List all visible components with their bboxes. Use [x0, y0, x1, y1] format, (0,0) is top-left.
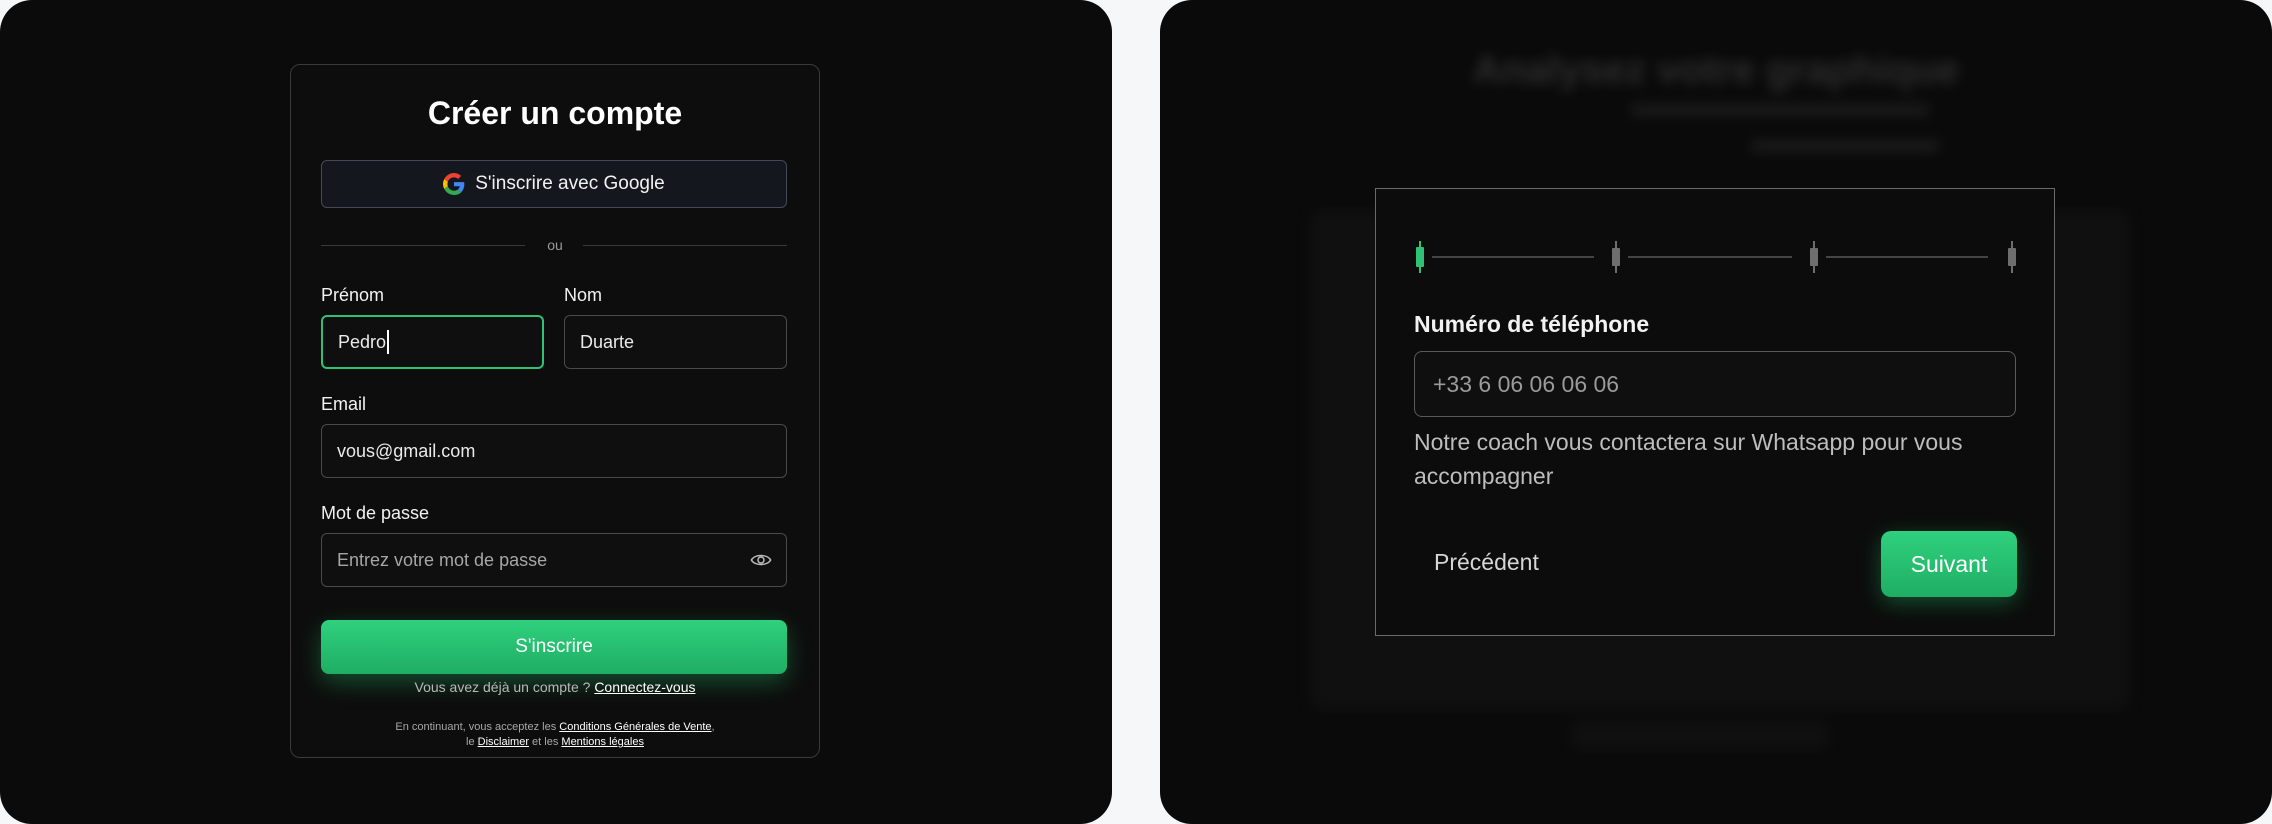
- password-input[interactable]: Entrez votre mot de passe: [321, 533, 787, 587]
- cgv-link[interactable]: Conditions Générales de Vente: [559, 721, 711, 733]
- background-title: Analysez votre graphique: [1472, 48, 1960, 92]
- disclaimer-link[interactable]: Disclaimer: [478, 736, 529, 748]
- legal-notice: En continuant, vous acceptez les Conditi…: [291, 720, 819, 750]
- step-connector: [1628, 256, 1792, 258]
- step-3-candle-icon: [1810, 241, 1818, 273]
- step-4-candle-icon: [2008, 241, 2016, 273]
- step-2-candle-icon: [1612, 241, 1620, 273]
- google-signup-button[interactable]: S'inscrire avec Google: [321, 160, 787, 208]
- phone-step-modal: Numéro de téléphone +33 6 06 06 06 06 No…: [1375, 188, 2055, 636]
- phone-label: Numéro de téléphone: [1414, 311, 1650, 337]
- google-button-label: S'inscrire avec Google: [475, 173, 665, 194]
- phone-placeholder: +33 6 06 06 06 06: [1433, 370, 1620, 397]
- background-subtitle-line: [1750, 140, 1940, 152]
- text-caret: [387, 330, 389, 354]
- divider-right: [583, 245, 787, 246]
- step-progress: [1414, 241, 2018, 273]
- phone-helper-text: Notre coach vous contactera sur Whatsapp…: [1414, 429, 1963, 489]
- google-icon: [443, 173, 465, 195]
- signup-panel: Créer un compte S'inscrire avec Google o…: [0, 0, 1112, 824]
- password-label: Mot de passe: [321, 503, 430, 523]
- signup-submit-button[interactable]: S'inscrire: [321, 620, 787, 674]
- page-title: Créer un compte: [427, 95, 683, 131]
- eye-icon[interactable]: [750, 551, 772, 569]
- legal-line2-prefix: le: [466, 736, 475, 748]
- previous-button[interactable]: Précédent: [1434, 549, 1539, 576]
- last-name-value: Duarte: [580, 331, 635, 352]
- first-name-label: Prénom: [321, 285, 385, 305]
- phone-input[interactable]: +33 6 06 06 06 06: [1414, 351, 2016, 417]
- legal-prefix: En continuant, vous acceptez les: [395, 721, 557, 733]
- last-name-label: Nom: [564, 285, 603, 305]
- legal-comma: ,: [711, 721, 715, 733]
- last-name-input[interactable]: Duarte: [564, 315, 787, 369]
- step-connector: [1826, 256, 1988, 258]
- first-name-value: Pedro: [338, 331, 387, 352]
- login-link[interactable]: Connectez-vous: [594, 679, 695, 695]
- onboarding-panel: Analysez votre graphique Numéro de télép…: [1160, 0, 2272, 824]
- first-name-input[interactable]: Pedro: [321, 315, 544, 369]
- step-1-candle-icon: [1416, 241, 1424, 273]
- step-connector: [1432, 256, 1594, 258]
- background-footer-item: [1570, 720, 1830, 750]
- email-label: Email: [321, 394, 367, 414]
- next-button[interactable]: Suivant: [1881, 531, 2017, 597]
- password-placeholder: Entrez votre mot de passe: [337, 549, 548, 570]
- legal-and: et les: [532, 736, 559, 748]
- mentions-legales-link[interactable]: Mentions légales: [561, 736, 644, 748]
- login-prompt: Vous avez déjà un compte ? Connectez-vou…: [291, 679, 819, 695]
- background-subtitle-line: [1630, 104, 1930, 116]
- email-value: vous@gmail.com: [337, 440, 476, 461]
- signup-card: Créer un compte S'inscrire avec Google o…: [290, 64, 820, 758]
- login-prompt-text: Vous avez déjà un compte ?: [414, 679, 591, 695]
- email-input[interactable]: vous@gmail.com: [321, 424, 787, 478]
